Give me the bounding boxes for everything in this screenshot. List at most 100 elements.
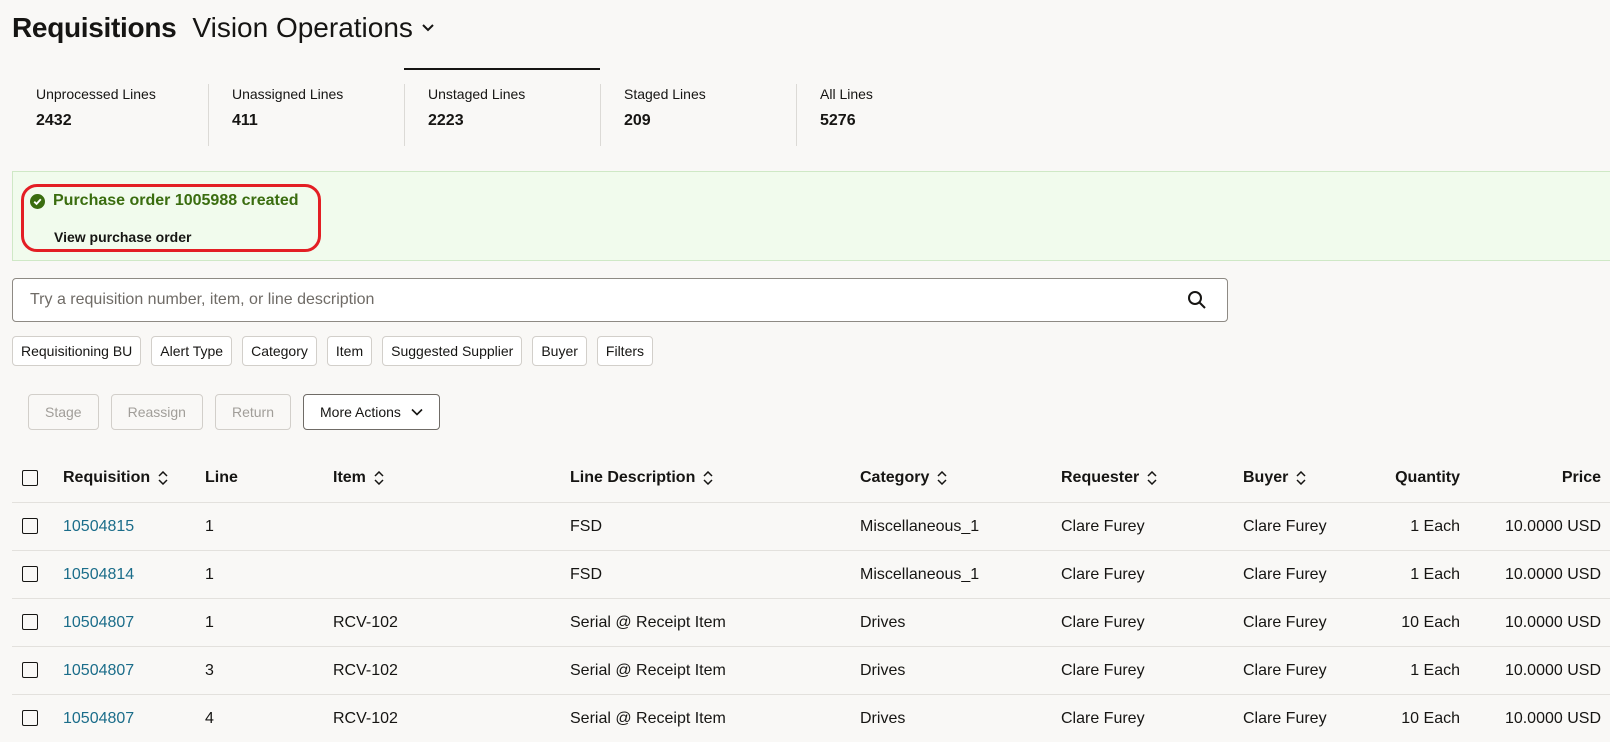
column-header-category[interactable]: Category: [860, 454, 1061, 503]
cell-line-description: FSD: [570, 503, 860, 551]
requisition-link[interactable]: 10504814: [63, 566, 134, 583]
requisition-link[interactable]: 10504807: [63, 710, 134, 727]
business-unit-selector[interactable]: Vision Operations: [192, 12, 435, 44]
stage-button[interactable]: Stage: [28, 394, 99, 430]
search-icon: [1187, 290, 1207, 310]
cell-category: Drives: [860, 599, 1061, 647]
cell-quantity: 10 Each: [1354, 599, 1460, 647]
column-header-requisition[interactable]: Requisition: [63, 454, 205, 503]
return-button[interactable]: Return: [215, 394, 291, 430]
column-header-requester[interactable]: Requester: [1061, 454, 1243, 503]
search-input[interactable]: [13, 278, 1175, 322]
table-row[interactable]: 10504815 1 FSD Miscellaneous_1 Clare Fur…: [12, 503, 1610, 551]
column-label: Quantity: [1395, 469, 1460, 486]
reassign-button[interactable]: Reassign: [111, 394, 203, 430]
tab-count: 209: [624, 112, 796, 130]
tab-count: 411: [232, 112, 404, 130]
column-label: Item: [333, 469, 366, 486]
cell-line-description: Serial @ Receipt Item: [570, 599, 860, 647]
cell-requester: Clare Furey: [1061, 647, 1243, 695]
chevron-down-icon: [421, 23, 435, 33]
cell-item: [333, 503, 570, 551]
row-checkbox[interactable]: [22, 710, 38, 726]
banner-message-text: Purchase order 1005988 created: [53, 192, 298, 210]
row-checkbox[interactable]: [22, 518, 38, 534]
cell-category: Miscellaneous_1: [860, 503, 1061, 551]
requisition-link[interactable]: 10504815: [63, 518, 134, 535]
tab-unprocessed-lines[interactable]: Unprocessed Lines 2432: [12, 68, 208, 146]
tab-unstaged-lines[interactable]: Unstaged Lines 2223: [404, 68, 600, 146]
column-label: Price: [1562, 469, 1601, 486]
column-header-line-description[interactable]: Line Description: [570, 454, 860, 503]
cell-line-description: FSD: [570, 551, 860, 599]
cell-line: 1: [205, 599, 333, 647]
table-row[interactable]: 10504814 1 FSD Miscellaneous_1 Clare Fur…: [12, 551, 1610, 599]
cell-buyer: Clare Furey: [1243, 551, 1354, 599]
cell-buyer: Clare Furey: [1243, 695, 1354, 742]
column-header-quantity: Quantity: [1354, 454, 1460, 503]
table-header-row: Requisition Line Item Line Description C…: [12, 454, 1610, 503]
requisition-link[interactable]: 10504807: [63, 662, 134, 679]
tab-all-lines[interactable]: All Lines 5276: [796, 68, 992, 146]
filter-chip-category[interactable]: Category: [242, 336, 317, 366]
cell-requester: Clare Furey: [1061, 599, 1243, 647]
filter-chip-suggested-supplier[interactable]: Suggested Supplier: [382, 336, 522, 366]
page-title: Requisitions: [12, 12, 176, 44]
tab-staged-lines[interactable]: Staged Lines 209: [600, 68, 796, 146]
row-checkbox[interactable]: [22, 662, 38, 678]
column-label: Category: [860, 469, 929, 486]
tab-count: 2432: [36, 112, 208, 130]
chevron-down-icon: [411, 408, 423, 416]
table-row[interactable]: 10504807 1 RCV-102 Serial @ Receipt Item…: [12, 599, 1610, 647]
cell-buyer: Clare Furey: [1243, 599, 1354, 647]
cell-price: 10.0000 USD: [1460, 647, 1601, 695]
requisition-link[interactable]: 10504807: [63, 614, 134, 631]
column-header-line: Line: [205, 454, 333, 503]
tab-count: 2223: [428, 112, 600, 130]
sort-icon[interactable]: [1296, 471, 1306, 485]
requisition-lines-table: Requisition Line Item Line Description C…: [12, 454, 1610, 742]
sort-icon[interactable]: [937, 471, 947, 485]
select-all-checkbox[interactable]: [22, 470, 38, 486]
column-header-item[interactable]: Item: [333, 454, 570, 503]
search-button[interactable]: [1175, 279, 1219, 321]
cell-item: [333, 551, 570, 599]
column-label: Line: [205, 469, 238, 486]
tab-label: Staged Lines: [624, 86, 796, 102]
more-actions-label: More Actions: [320, 404, 401, 420]
cell-category: Drives: [860, 647, 1061, 695]
cell-item: RCV-102: [333, 647, 570, 695]
cell-price: 10.0000 USD: [1460, 551, 1601, 599]
table-row[interactable]: 10504807 3 RCV-102 Serial @ Receipt Item…: [12, 647, 1610, 695]
view-purchase-order-link[interactable]: View purchase order: [54, 229, 191, 245]
column-header-buyer[interactable]: Buyer: [1243, 454, 1354, 503]
sort-icon[interactable]: [703, 471, 713, 485]
line-tabs: Unprocessed Lines 2432 Unassigned Lines …: [12, 68, 992, 146]
search-bar: [12, 278, 1228, 322]
table-row[interactable]: 10504807 4 RCV-102 Serial @ Receipt Item…: [12, 695, 1610, 742]
sort-icon[interactable]: [374, 471, 384, 485]
tab-divider: [404, 84, 405, 146]
cell-quantity: 10 Each: [1354, 695, 1460, 742]
tab-unassigned-lines[interactable]: Unassigned Lines 411: [208, 68, 404, 146]
cell-line: 4: [205, 695, 333, 742]
cell-quantity: 1 Each: [1354, 551, 1460, 599]
column-label: Requisition: [63, 469, 150, 486]
sort-icon[interactable]: [1147, 471, 1157, 485]
cell-line: 1: [205, 551, 333, 599]
filter-chip-filters[interactable]: Filters: [597, 336, 653, 366]
more-actions-button[interactable]: More Actions: [303, 394, 440, 430]
filter-chip-requisitioning-bu[interactable]: Requisitioning BU: [12, 336, 141, 366]
cell-quantity: 1 Each: [1354, 647, 1460, 695]
row-checkbox[interactable]: [22, 566, 38, 582]
tab-divider: [796, 84, 797, 146]
filter-chips: Requisitioning BU Alert Type Category It…: [12, 336, 663, 366]
cell-line: 3: [205, 647, 333, 695]
filter-chip-alert-type[interactable]: Alert Type: [151, 336, 232, 366]
sort-icon[interactable]: [158, 471, 168, 485]
row-checkbox[interactable]: [22, 614, 38, 630]
filter-chip-item[interactable]: Item: [327, 336, 372, 366]
cell-quantity: 1 Each: [1354, 503, 1460, 551]
tab-label: All Lines: [820, 86, 992, 102]
filter-chip-buyer[interactable]: Buyer: [532, 336, 587, 366]
